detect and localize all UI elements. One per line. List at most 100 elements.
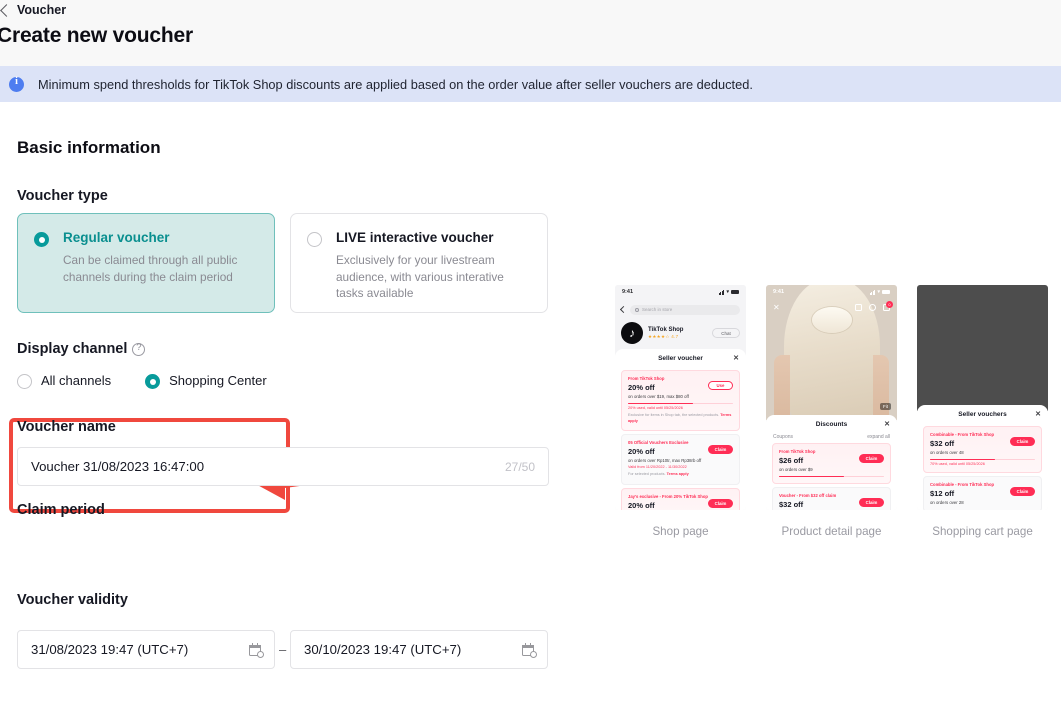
info-circle-icon [9,77,24,92]
radio-regular-voucher[interactable] [34,232,49,247]
voucher-action-button[interactable]: Claim [859,498,884,507]
form-body: Basic information Voucher type Regular v… [0,102,1061,718]
radio-shopping-center[interactable] [145,374,160,389]
section-title: Basic information [17,138,161,158]
status-time: 9:41 [622,289,633,295]
chevron-left-icon[interactable] [0,4,13,17]
sheet-title: Discounts [816,421,847,428]
preview-shop-page: 9:41 ▾ Search in store [615,285,746,538]
voucher-name-counter: 27/50 [505,460,535,474]
voucher-footer-text: Exclusive for items in Shop tab, the sel… [628,413,719,417]
voucher-action-button[interactable]: Claim [859,454,884,463]
shop-rating: ★★★★☆ 4.7 [648,334,683,340]
voucher-progress-bar [930,459,1035,461]
voucher-condition: on orders over 28 [930,500,1035,505]
voucher-action-button[interactable]: Claim [708,499,733,508]
wifi-icon: ▾ [726,289,729,295]
voucher-type-label-text: Voucher type [17,188,108,204]
voucher-action-button[interactable]: Claim [1010,487,1035,496]
voucher-terms-link[interactable]: Terms apply [667,472,689,476]
shop-info: TikTok Shop ★★★★☆ 4.7 [648,327,683,340]
search-icon [635,308,639,312]
share-icon[interactable] [855,304,862,311]
voucher-footer-text: For selected products. [628,472,666,476]
status-indicators: ▾ [719,289,739,295]
signal-icon [870,290,876,295]
voucher-progress-text: 20% used, valid until 05/25/2026 [628,406,733,410]
voucher-type-option-live[interactable]: LIVE interactive voucher Exclusively for… [290,213,548,313]
display-channel-shopping-center[interactable]: Shopping Center [145,372,267,389]
preview-caption: Shopping cart page [917,525,1048,538]
shop-header: TikTok Shop ★★★★☆ 4.7 Chat [621,320,740,346]
all-channels-label: All channels [41,373,111,388]
voucher-tag: Jay's exclusive - From 20% TikTok Shop [628,494,733,499]
claim-period-label: Claim period [17,502,105,518]
voucher-condition: on orders over Rp10tr, max Rp38rb off [628,458,733,463]
voucher-action-button[interactable]: Claim [708,445,733,454]
phone-mockup-product-detail: 9:41 ▾ ✕ 0 [766,285,897,510]
phone-mockup-shop-page: 9:41 ▾ Search in store [615,285,746,510]
voucher-action-button[interactable]: Claim [1010,437,1035,446]
voucher-progress-text: Valid from 11/20/2022 - 11/30/2022 [628,465,733,469]
close-icon[interactable]: ✕ [1035,410,1041,418]
voucher-validity-label-text: Voucher validity [17,592,128,608]
calendar-clock-icon[interactable] [249,643,263,657]
question-circle-icon[interactable] [132,343,145,356]
close-icon[interactable]: ✕ [884,420,890,428]
claim-period-end-value: 30/10/2023 19:47 (UTC+7) [304,642,522,657]
live-voucher-title: LIVE interactive voucher [336,230,531,247]
breadcrumb[interactable]: Voucher [0,3,66,17]
voucher-footer: For selected products. Terms apply [628,472,733,478]
live-voucher-description: Exclusively for your livestream audience… [336,252,531,302]
voucher-name-label-text: Voucher name [17,419,116,435]
phone-status-bar: 9:41 ▾ [615,285,746,299]
expand-all-link[interactable]: expand all [867,434,890,440]
voucher-progress-text: 70% used, valid until 05/25/2026 [930,462,1035,466]
voucher-type-option-regular[interactable]: Regular voucher Can be claimed through a… [17,213,275,313]
claim-period-end-input[interactable]: 30/10/2023 19:47 (UTC+7) [290,630,548,669]
phone-status-bar: 9:41 ▾ [766,285,897,299]
create-voucher-page: Voucher Create new voucher Minimum spend… [0,0,1061,718]
voucher-condition: on orders over $19, max $80 off [628,394,733,399]
calendar-clock-icon[interactable] [522,643,536,657]
preview-caption: Product detail page [766,525,897,538]
voucher-footer: Exclusive for items in Shop tab, the sel… [628,413,733,424]
page-title: Create new voucher [0,24,193,48]
page-header: Voucher Create new voucher [0,0,1061,66]
shop-search-bar[interactable]: Search in store [621,304,740,315]
info-banner: Minimum spend thresholds for TikTok Shop… [0,66,1061,102]
shop-name: TikTok Shop [648,327,683,333]
back-chevron-icon[interactable] [620,306,627,313]
preview-gallery: 9:41 ▾ Search in store [615,285,1048,538]
cart-badge: 0 [886,301,893,308]
shopping-center-label: Shopping Center [169,373,267,388]
fit-label: Fit [880,403,891,410]
voucher-action-button[interactable]: Use [708,381,733,390]
radio-live-interactive-voucher[interactable] [307,232,322,247]
voucher-sheet: Seller voucher ✕ From TikTok Shop 20% of… [615,349,746,510]
close-icon[interactable]: ✕ [773,303,780,312]
chat-button[interactable]: Chat [712,328,740,338]
claim-period-start-input[interactable]: 31/08/2023 19:47 (UTC+7) [17,630,275,669]
seller-vouchers-sheet: Seller vouchers ✕ Combinable - From TikT… [917,405,1048,510]
preview-caption: Shop page [615,525,746,538]
voucher-name-input[interactable]: Voucher 31/08/2023 16:47:00 27/50 [17,447,549,486]
radio-all-channels[interactable] [17,374,32,389]
display-channel-all-channels[interactable]: All channels [17,372,111,389]
product-top-bar: ✕ 0 [766,299,897,315]
display-channel-label-text: Display channel [17,341,127,357]
voucher-condition: on orders over 48 [930,450,1035,455]
close-icon[interactable]: ✕ [733,354,739,362]
preview-shopping-cart-page: Seller vouchers ✕ Combinable - From TikT… [917,285,1048,538]
search-input: Search in store [630,305,740,315]
battery-icon [731,290,739,294]
voucher-card: Combinable - From TikTok Shop $12 off on… [923,476,1042,510]
claim-period-start-value: 31/08/2023 19:47 (UTC+7) [31,642,249,657]
voucher-progress-bar [779,476,884,478]
status-indicators: ▾ [870,289,890,295]
voucher-card: Combinable - From TikTok Shop $32 off on… [923,426,1042,473]
claim-period-label-text: Claim period [17,502,105,518]
breadcrumb-label[interactable]: Voucher [17,3,66,17]
more-icon[interactable] [869,304,876,311]
voucher-type-label: Voucher type [17,188,108,204]
